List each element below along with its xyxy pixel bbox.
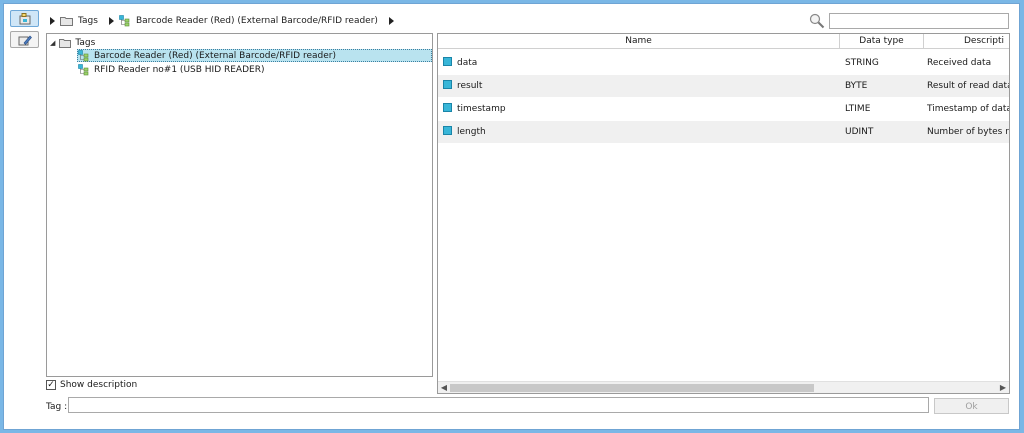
- tree-node-rfid-reader[interactable]: RFID Reader no#1 (USB HID READER): [78, 63, 264, 76]
- breadcrumb-item-tags[interactable]: Tags: [78, 16, 98, 26]
- show-description-label: Show description: [60, 380, 138, 390]
- tag-name-cell: timestamp: [443, 98, 838, 120]
- tree-node-tags[interactable]: ◢ Tags: [50, 36, 95, 49]
- column-header-data-type[interactable]: Data type: [840, 34, 924, 49]
- description-cell: Number of bytes rea: [927, 127, 1009, 137]
- tag-list-view-button[interactable]: [10, 10, 39, 27]
- ok-button[interactable]: Ok: [934, 398, 1009, 414]
- scroll-right-icon[interactable]: ▶: [998, 383, 1008, 393]
- description-cell: Timestamp of data re: [927, 104, 1010, 114]
- tag-tree[interactable]: ◢ Tags Barcode Reader (Red) (External Ba…: [46, 33, 433, 377]
- expand-icon[interactable]: ◢: [50, 39, 55, 47]
- tree-node-barcode-reader[interactable]: Barcode Reader (Red) (External Barcode/R…: [77, 49, 432, 62]
- tag-icon: [443, 80, 452, 89]
- edit-icon: [18, 35, 32, 45]
- tree-node-label: Barcode Reader (Red) (External Barcode/R…: [94, 50, 336, 61]
- breadcrumb: Tags Barcode Reader (Red) (External Barc…: [50, 13, 394, 29]
- tag-icon: [443, 126, 452, 135]
- data-type-cell: LTIME: [845, 104, 871, 114]
- table-row[interactable]: result BYTE Result of read data: [438, 75, 1009, 97]
- search-area: [809, 13, 1009, 29]
- breadcrumb-arrow-icon[interactable]: [108, 17, 114, 25]
- device-tag-icon: [119, 15, 130, 27]
- folder-icon: [60, 17, 73, 26]
- tag-field-label: Tag :: [46, 402, 68, 412]
- search-icon[interactable]: [809, 13, 825, 29]
- breadcrumb-arrow-icon[interactable]: [50, 17, 55, 25]
- tag-folder-icon: [19, 12, 30, 24]
- table-header: Name Data type Descripti: [438, 34, 1009, 49]
- table-row[interactable]: length UDINT Number of bytes rea: [438, 121, 1009, 143]
- description-cell: Result of read data: [927, 81, 1010, 91]
- tree-node-label: Tags: [75, 37, 96, 48]
- checkmark-icon: ✓: [47, 379, 55, 390]
- horizontal-scrollbar[interactable]: ◀ ▶: [438, 381, 1009, 393]
- data-type-cell: UDINT: [845, 127, 874, 137]
- tag-input[interactable]: [68, 397, 929, 413]
- breadcrumb-item-device[interactable]: Barcode Reader (Red) (External Barcode/R…: [136, 16, 378, 26]
- tree-node-label: RFID Reader no#1 (USB HID READER): [94, 64, 265, 75]
- folder-icon: [59, 38, 72, 48]
- search-input[interactable]: [829, 13, 1009, 29]
- show-description-checkbox[interactable]: ✓: [46, 380, 56, 390]
- tag-name-cell: data: [443, 52, 838, 74]
- description-cell: Received data: [927, 58, 992, 68]
- table-row[interactable]: timestamp LTIME Timestamp of data re: [438, 98, 1009, 120]
- breadcrumb-arrow-icon[interactable]: [388, 17, 394, 25]
- table-row[interactable]: data STRING Received data: [438, 52, 1009, 74]
- show-description-option[interactable]: ✓ Show description: [46, 380, 137, 390]
- tag-browser-dialog: Tags Barcode Reader (Red) (External Barc…: [3, 3, 1020, 430]
- tag-table: Name Data type Descripti data STRING Rec…: [437, 33, 1010, 394]
- edit-tag-button[interactable]: [10, 31, 39, 48]
- tag-name-cell: result: [443, 75, 838, 97]
- tag-icon: [443, 103, 452, 112]
- tag-name-cell: length: [443, 121, 838, 143]
- tag-icon: [443, 57, 452, 66]
- data-type-cell: BYTE: [845, 81, 868, 91]
- data-type-cell: STRING: [845, 58, 879, 68]
- column-header-name[interactable]: Name: [438, 34, 840, 49]
- column-header-description[interactable]: Descripti: [924, 34, 1009, 49]
- scroll-left-icon[interactable]: ◀: [439, 383, 449, 393]
- device-tag-icon: [78, 49, 89, 61]
- scrollbar-thumb[interactable]: [450, 384, 814, 392]
- left-toolbar: [4, 4, 44, 429]
- device-tag-icon: [78, 63, 89, 75]
